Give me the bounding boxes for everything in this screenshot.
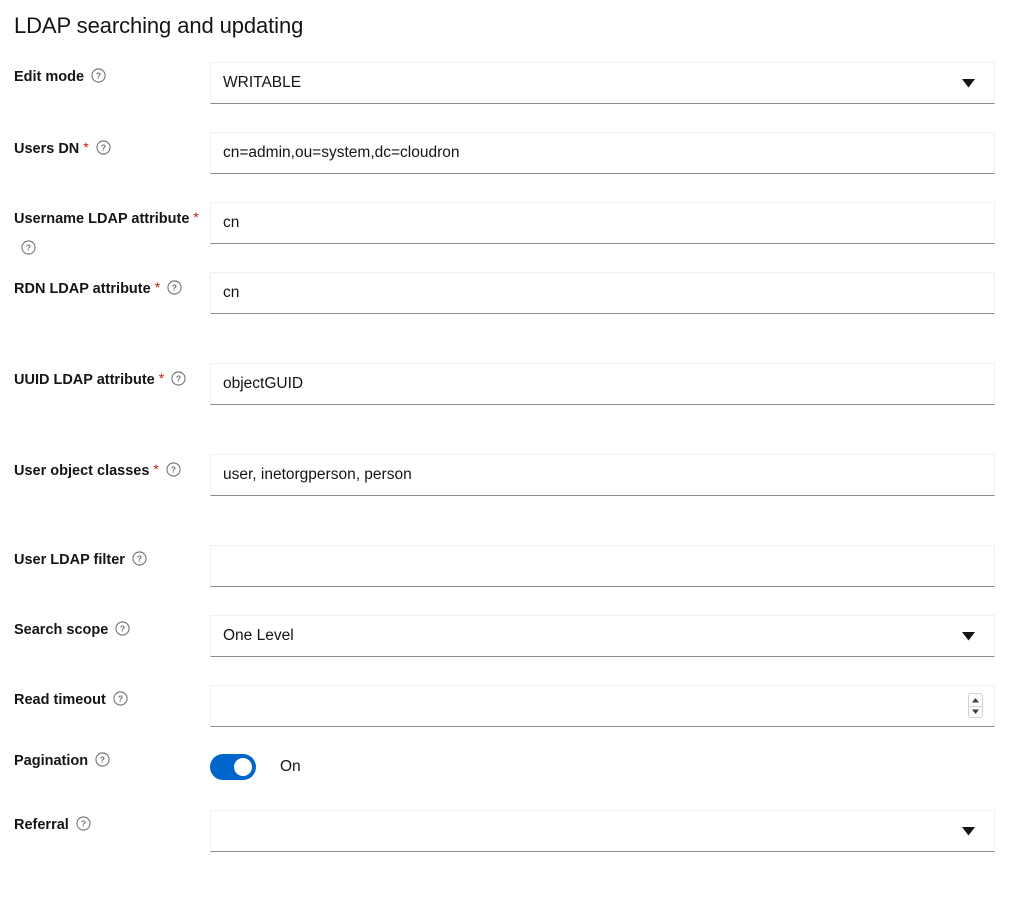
- label-rdn-ldap-attribute-text: RDN LDAP attribute: [14, 281, 151, 297]
- search-scope-select[interactable]: [210, 615, 995, 657]
- form-row-users-dn: Users DN *?: [0, 132, 1024, 202]
- svg-text:?: ?: [137, 554, 142, 564]
- required-asterisk: *: [154, 279, 161, 295]
- svg-text:?: ?: [81, 819, 86, 829]
- label-edit-mode-text: Edit mode: [14, 69, 85, 85]
- label-uuid-ldap-attribute: UUID LDAP attribute *?: [14, 363, 200, 395]
- label-referral-text: Referral: [14, 817, 69, 833]
- label-user-object-classes-text: User object classes: [14, 463, 150, 479]
- svg-text:?: ?: [171, 465, 176, 475]
- form-row-rdn-ldap-attribute: RDN LDAP attribute *?: [0, 272, 1024, 363]
- form-row-search-scope: Search scope?: [0, 615, 1024, 685]
- help-circle-icon[interactable]: ?: [115, 621, 130, 636]
- control-user-object-classes: [210, 454, 995, 496]
- users-dn-input[interactable]: [210, 132, 995, 174]
- required-asterisk: *: [193, 209, 199, 225]
- label-edit-mode: Edit mode?: [14, 62, 200, 92]
- user-object-classes-input[interactable]: [210, 454, 995, 496]
- pagination-toggle[interactable]: [210, 754, 256, 780]
- help-circle-icon[interactable]: ?: [91, 68, 106, 83]
- edit-mode-select[interactable]: [210, 62, 995, 104]
- control-referral: [210, 810, 995, 852]
- form-row-uuid-ldap-attribute: UUID LDAP attribute *?: [0, 363, 1024, 454]
- help-circle-icon[interactable]: ?: [171, 371, 186, 386]
- control-search-scope: [210, 615, 995, 657]
- required-asterisk: *: [83, 139, 89, 155]
- svg-text:?: ?: [100, 755, 105, 765]
- control-username-ldap-attribute: [210, 202, 995, 244]
- ldap-settings-page: LDAP searching and updating Edit mode? U…: [0, 0, 1024, 910]
- help-circle-icon[interactable]: ?: [21, 240, 36, 255]
- label-username-ldap-attribute: Username LDAP attribute *?: [14, 202, 200, 264]
- form-row-username-ldap-attribute: Username LDAP attribute *?: [0, 202, 1024, 272]
- help-circle-icon[interactable]: ?: [167, 280, 182, 295]
- rdn-ldap-attribute-input[interactable]: [210, 272, 995, 314]
- help-circle-icon[interactable]: ?: [76, 816, 91, 831]
- svg-text:?: ?: [101, 143, 106, 153]
- label-users-dn: Users DN *?: [14, 132, 200, 164]
- help-circle-icon[interactable]: ?: [166, 462, 181, 477]
- label-username-ldap-attribute-text: Username LDAP attribute: [14, 211, 190, 227]
- svg-text:?: ?: [172, 283, 177, 293]
- username-ldap-attribute-input[interactable]: [210, 202, 995, 244]
- form-row-pagination: Pagination? On: [0, 746, 1024, 810]
- control-uuid-ldap-attribute: [210, 363, 995, 405]
- svg-text:?: ?: [176, 374, 181, 384]
- search-scope-select-wrap: [210, 615, 995, 657]
- control-user-ldap-filter: [210, 545, 995, 587]
- chevron-down-icon[interactable]: [969, 705, 982, 717]
- svg-text:?: ?: [96, 71, 101, 81]
- referral-select[interactable]: [210, 810, 995, 852]
- control-pagination: On: [210, 746, 995, 788]
- label-read-timeout-text: Read timeout: [14, 692, 106, 708]
- label-referral: Referral?: [14, 810, 200, 840]
- user-ldap-filter-input[interactable]: [210, 545, 995, 587]
- label-user-ldap-filter: User LDAP filter?: [14, 545, 200, 575]
- control-read-timeout: [210, 685, 995, 727]
- help-circle-icon[interactable]: ?: [113, 691, 128, 706]
- label-pagination-text: Pagination: [14, 753, 89, 769]
- label-search-scope: Search scope?: [14, 615, 200, 645]
- required-asterisk: *: [158, 370, 165, 386]
- required-asterisk: *: [153, 461, 159, 477]
- form-row-read-timeout: Read timeout?: [0, 685, 1024, 746]
- ldap-search-update-form: Edit mode? Users DN*? Username LDAP attr…: [0, 62, 1024, 880]
- help-circle-icon[interactable]: ?: [95, 752, 110, 767]
- label-user-object-classes: User object classes *?: [14, 454, 200, 486]
- svg-text:?: ?: [120, 624, 125, 634]
- control-rdn-ldap-attribute: [210, 272, 995, 314]
- read-timeout-input[interactable]: [210, 685, 995, 727]
- page-title: LDAP searching and updating: [14, 13, 304, 38]
- label-uuid-ldap-attribute-text: UUID LDAP attribute: [14, 372, 155, 388]
- chevron-up-icon[interactable]: [969, 695, 982, 706]
- label-rdn-ldap-attribute: RDN LDAP attribute *?: [14, 272, 200, 304]
- edit-mode-select-wrap: [210, 62, 995, 104]
- toggle-knob: [234, 758, 252, 776]
- svg-text:?: ?: [118, 694, 123, 704]
- svg-text:?: ?: [26, 243, 31, 253]
- form-row-user-object-classes: User object classes *?: [0, 454, 1024, 545]
- uuid-ldap-attribute-input[interactable]: [210, 363, 995, 405]
- label-user-ldap-filter-text: User LDAP filter: [14, 552, 125, 568]
- control-users-dn: [210, 132, 995, 174]
- referral-select-wrap: [210, 810, 995, 852]
- help-circle-icon[interactable]: ?: [132, 551, 147, 566]
- form-row-edit-mode: Edit mode?: [0, 62, 1024, 132]
- form-row-referral: Referral?: [0, 810, 1024, 880]
- form-row-user-ldap-filter: User LDAP filter?: [0, 545, 1024, 615]
- label-pagination: Pagination?: [14, 746, 200, 776]
- pagination-state-label: On: [280, 758, 301, 775]
- label-search-scope-text: Search scope: [14, 622, 109, 638]
- control-edit-mode: [210, 62, 995, 104]
- pagination-toggle-row: On: [210, 746, 995, 788]
- read-timeout-number-wrap: [210, 685, 995, 727]
- read-timeout-spinner[interactable]: [968, 693, 983, 718]
- help-circle-icon[interactable]: ?: [96, 140, 111, 155]
- label-read-timeout: Read timeout?: [14, 685, 200, 715]
- label-users-dn-text: Users DN: [14, 141, 80, 157]
